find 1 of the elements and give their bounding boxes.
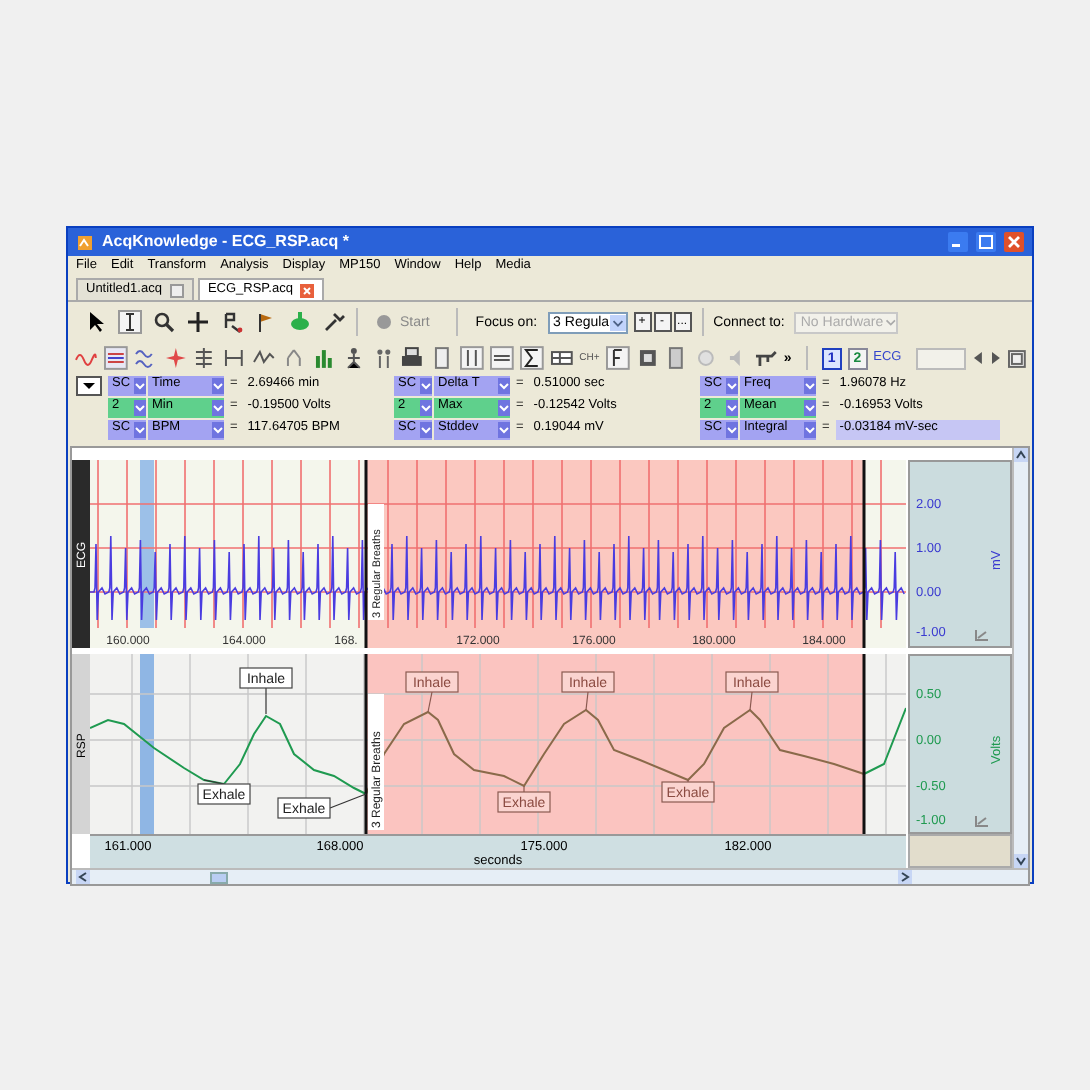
window-title: AcqKnowledge - ECG_RSP.acq * — [102, 234, 351, 250]
